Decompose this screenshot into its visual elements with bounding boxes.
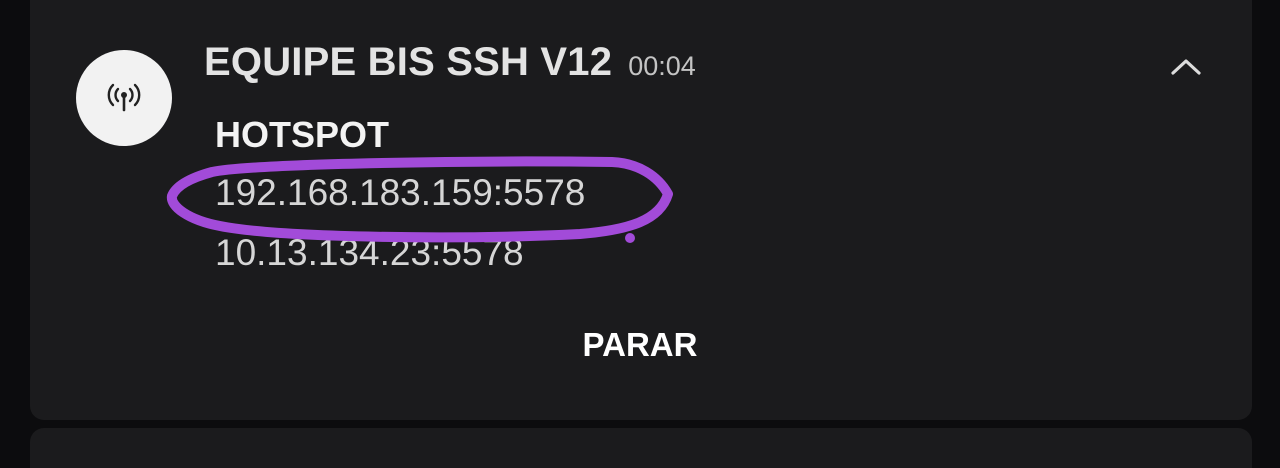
next-notification-card[interactable] (30, 428, 1252, 468)
hotspot-address-primary: 192.168.183.159:5578 (215, 172, 586, 213)
app-title: EQUIPE BIS SSH V12 (204, 40, 613, 84)
app-icon (76, 50, 172, 146)
hotspot-address-secondary: 10.13.134.23:5578 (215, 232, 524, 273)
collapse-button[interactable] (1166, 48, 1206, 84)
notification-heading: HOTSPOT (215, 114, 390, 155)
broadcast-antenna-icon (107, 83, 141, 112)
notification-header: EQUIPE BIS SSH V12 00:04 (204, 40, 696, 85)
stop-button[interactable]: PARAR (560, 318, 720, 372)
notification-time: 00:04 (628, 51, 696, 81)
chevron-up-icon (1171, 59, 1201, 75)
